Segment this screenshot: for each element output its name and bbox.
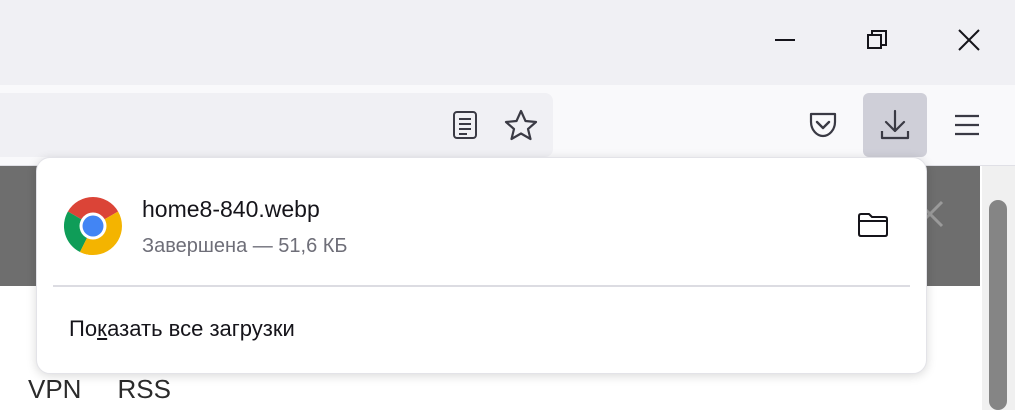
- hamburger-menu-icon: [955, 114, 979, 136]
- menu-button[interactable]: [943, 101, 991, 149]
- download-status: Завершена — 51,6 КБ: [142, 235, 348, 257]
- show-all-label-end: азать все загрузки: [107, 316, 295, 341]
- chrome-icon: [63, 197, 122, 256]
- reader-view-button[interactable]: [441, 101, 489, 149]
- site-nav: VPN RSS: [28, 374, 207, 405]
- nav-link-vpn[interactable]: VPN: [28, 374, 81, 404]
- panel-divider: [53, 285, 910, 287]
- scrollbar-thumb[interactable]: [989, 200, 1007, 410]
- download-icon: [880, 109, 910, 140]
- restore-icon: [867, 30, 887, 49]
- minimize-icon: [775, 39, 795, 41]
- navigation-toolbar: [0, 85, 1015, 166]
- close-icon: [958, 29, 980, 51]
- download-item[interactable]: home8-840.webp Завершена — 51,6 КБ: [37, 158, 926, 286]
- minimize-button[interactable]: [759, 14, 811, 66]
- pocket-button[interactable]: [799, 101, 847, 149]
- download-file-name: home8-840.webp: [142, 196, 320, 222]
- title-bar: [0, 0, 1015, 85]
- close-button[interactable]: [943, 14, 995, 66]
- pocket-icon: [809, 112, 837, 138]
- show-in-folder-button[interactable]: [849, 204, 897, 246]
- downloads-button[interactable]: [863, 93, 927, 157]
- downloads-panel: home8-840.webp Завершена — 51,6 КБ Показ…: [36, 157, 927, 374]
- nav-link-rss[interactable]: RSS: [117, 374, 170, 404]
- reader-view-icon: [453, 111, 477, 139]
- folder-icon: [858, 213, 888, 237]
- star-icon: [504, 109, 538, 141]
- restore-button[interactable]: [851, 14, 903, 66]
- show-all-downloads-button[interactable]: Показать все загрузки: [69, 316, 295, 342]
- bookmark-button[interactable]: [497, 101, 545, 149]
- show-all-label-start: По: [69, 316, 98, 341]
- show-all-accesskey: к: [97, 316, 108, 341]
